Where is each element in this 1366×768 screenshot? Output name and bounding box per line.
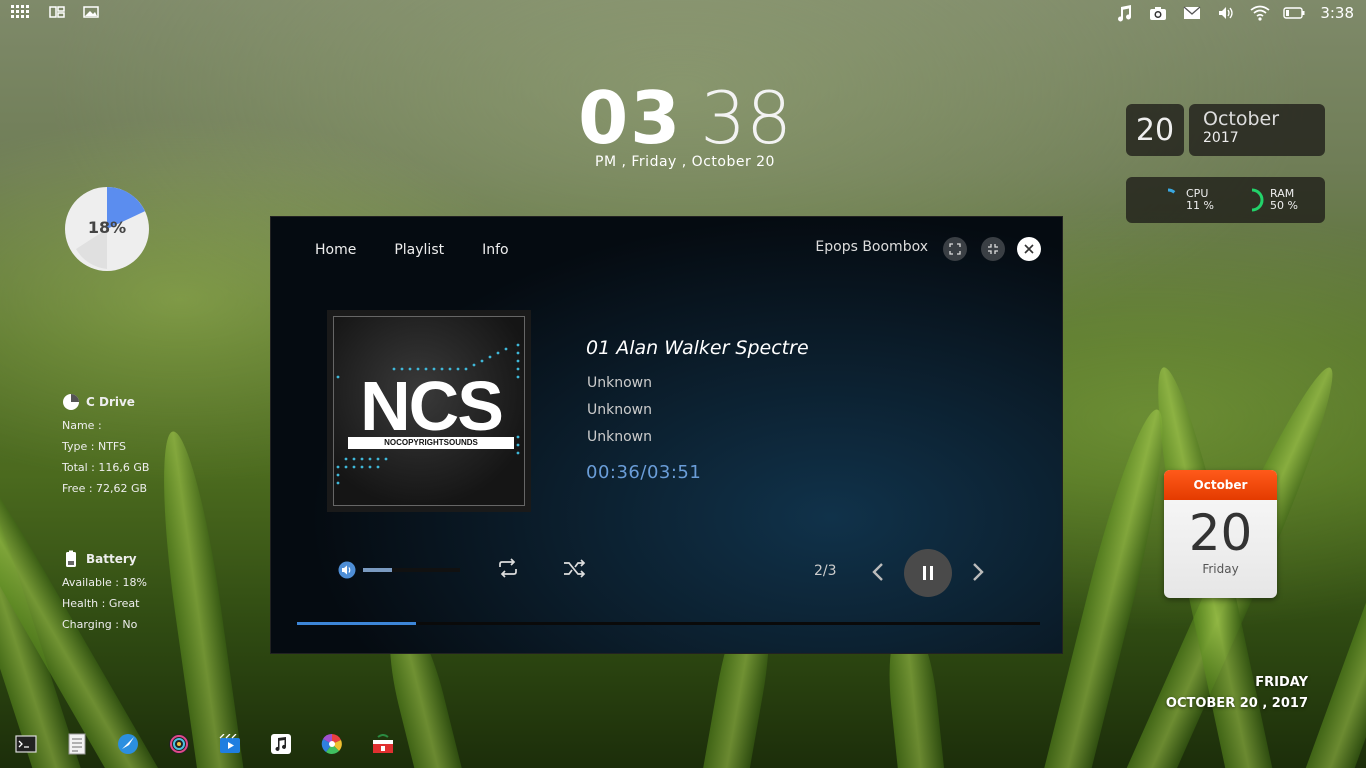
window-tiles-icon[interactable] [48, 4, 68, 22]
track-title: 01 Alan Walker Spectre [586, 337, 809, 359]
battery-info-widget: Battery Available : 18% Health : Great C… [62, 550, 147, 639]
player-nav: Home Playlist Info [315, 242, 509, 258]
seek-bar[interactable] [297, 622, 1040, 625]
fullscreen-icon [949, 243, 961, 255]
volume-button-icon[interactable] [338, 561, 356, 579]
compress-icon [988, 244, 998, 254]
disk-usage-label: 18% [87, 218, 127, 237]
minimize-button[interactable] [981, 237, 1005, 261]
next-track-icon[interactable] [971, 561, 985, 583]
date-widget-day: 20 [1126, 104, 1184, 156]
close-icon [1024, 244, 1034, 254]
track-genre: Unknown [587, 429, 652, 445]
close-button[interactable] [1017, 237, 1041, 261]
color-picker-icon[interactable] [320, 733, 344, 755]
cpu-readout: CPU 11 % [1186, 188, 1214, 212]
text-editor-icon[interactable] [65, 733, 89, 755]
wifi-icon[interactable] [1248, 2, 1272, 24]
music-player-window: Home Playlist Info Epops Boombox NCS NOC… [270, 216, 1063, 654]
volume-slider[interactable] [363, 568, 460, 572]
track-album: Unknown [587, 402, 652, 418]
shuffle-icon[interactable] [563, 559, 587, 579]
album-art-subtext: NOCOPYRIGHTSOUNDS [348, 437, 514, 449]
music-icon[interactable] [1112, 2, 1136, 24]
drive-total: Total : 116,6 GB [62, 461, 150, 474]
clock-minute: 38 [700, 76, 792, 160]
music-player-icon[interactable] [269, 733, 293, 755]
apps-grid-icon[interactable] [10, 4, 34, 22]
clock-hour: 03 [578, 76, 683, 160]
drive-title: C Drive [86, 395, 135, 409]
date-widget-month-name: October [1203, 108, 1280, 130]
album-art: NCS NOCOPYRIGHTSOUNDS [333, 316, 525, 506]
media-disc-icon[interactable] [167, 733, 191, 755]
calendar-weekday: Friday [1202, 562, 1239, 576]
drive-type: Type : NTFS [62, 440, 127, 453]
battery-title: Battery [86, 552, 137, 566]
battery-info-header: Battery [62, 550, 147, 568]
pause-button[interactable] [904, 549, 952, 597]
browser-icon[interactable] [116, 733, 140, 755]
calendar-month: October [1164, 470, 1277, 500]
video-player-icon[interactable] [218, 733, 242, 755]
desktop-date-full: OCTOBER 20 , 2017 [1165, 696, 1308, 711]
calendar-day: 20 [1188, 504, 1253, 562]
top-bar-left [10, 4, 102, 22]
cpu-value: 11 % [1186, 199, 1214, 212]
calendar-widget: October 20 Friday [1164, 470, 1277, 598]
image-icon[interactable] [82, 4, 102, 22]
drive-info-widget: C Drive Name : Type : NTFS Total : 116,6… [62, 393, 149, 503]
pie-chart-icon [63, 394, 79, 410]
playlist-position: 2/3 [814, 563, 837, 579]
drive-free: Free : 72,62 GB [62, 482, 148, 495]
date-widget-month: October 2017 [1189, 104, 1325, 156]
ram-readout: RAM 50 % [1270, 188, 1298, 212]
app-store-icon[interactable] [371, 733, 395, 755]
desktop-clock: 03 38 PM , Friday , October 20 [560, 76, 810, 170]
cpu-gauge-icon [1167, 188, 1176, 194]
repeat-icon[interactable] [496, 558, 520, 578]
dock [14, 733, 422, 755]
volume-slider-fill [363, 568, 393, 572]
battery-available: Available : 18% [62, 576, 147, 589]
system-clock[interactable]: 3:38 [1320, 4, 1354, 22]
top-bar-right: 3:38 [1112, 2, 1366, 24]
nav-home[interactable]: Home [315, 242, 356, 258]
track-artist: Unknown [587, 375, 652, 391]
mail-icon[interactable] [1180, 2, 1204, 24]
camera-icon[interactable] [1146, 2, 1170, 24]
fullscreen-button[interactable] [943, 237, 967, 261]
player-title: Epops Boombox [815, 239, 928, 255]
drive-info-header: C Drive [62, 393, 149, 411]
seek-bar-fill [297, 622, 416, 625]
drive-name: Name : [62, 419, 102, 432]
desktop-date-text: FRIDAY OCTOBER 20 , 2017 [1166, 672, 1308, 714]
date-widget-year: 2017 [1203, 130, 1239, 146]
ram-gauge-icon [1251, 188, 1264, 212]
previous-track-icon[interactable] [871, 561, 885, 583]
desktop-date-weekday: FRIDAY [1255, 675, 1308, 690]
volume-icon[interactable] [1214, 2, 1238, 24]
pause-icon [923, 566, 933, 580]
nav-playlist[interactable]: Playlist [394, 242, 444, 258]
battery-charging: Charging : No [62, 618, 138, 631]
clock-date-line: PM , Friday , October 20 [595, 154, 775, 170]
battery-health: Health : Great [62, 597, 140, 610]
playback-time: 00:36/03:51 [586, 462, 702, 483]
album-art-logo: NCS [360, 367, 504, 445]
ram-value: 50 % [1270, 199, 1298, 212]
battery-icon[interactable] [1282, 2, 1306, 24]
nav-info[interactable]: Info [482, 242, 509, 258]
top-bar: 3:38 [0, 0, 1366, 28]
battery-widget-icon [66, 550, 76, 567]
system-monitor-widget: CPU 11 % RAM 50 % [1126, 177, 1325, 223]
terminal-icon[interactable] [14, 733, 38, 755]
